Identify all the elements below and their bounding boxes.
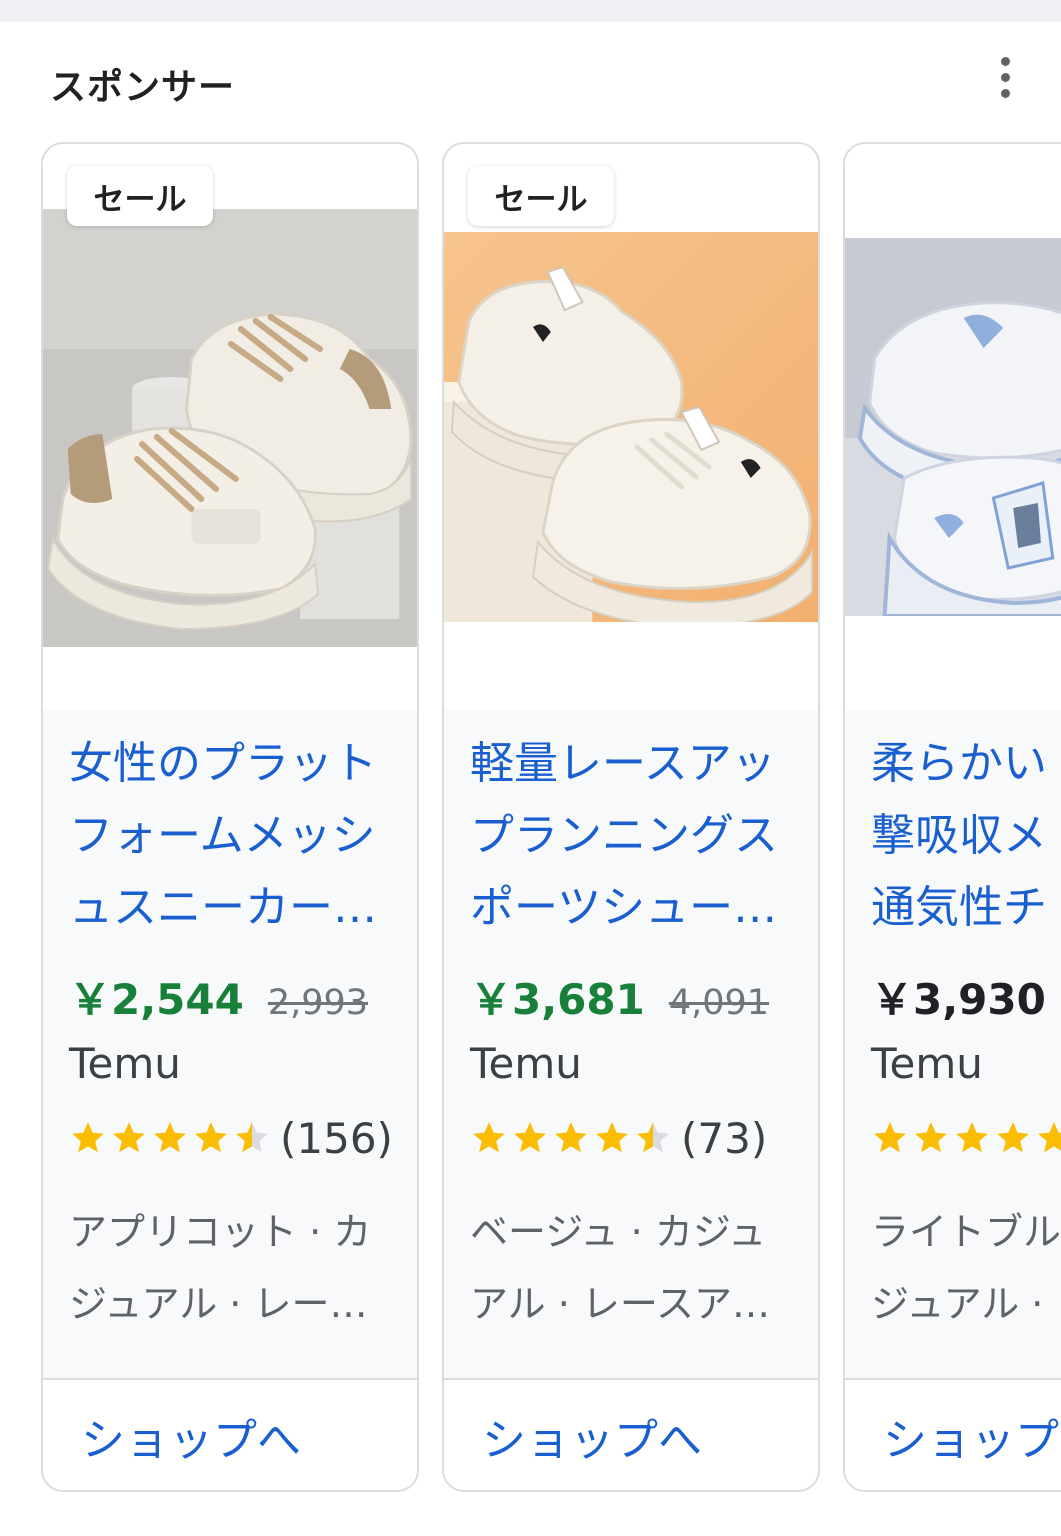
- price-row: ￥3,681 4,091: [470, 966, 770, 1024]
- product-attributes: ベージュ · カジュ アル · レースア…: [470, 1210, 770, 1326]
- star-full-icon: [72, 1122, 104, 1153]
- merchant-name: Temu: [871, 1039, 983, 1088]
- star-full-icon: [997, 1122, 1029, 1153]
- shop-button[interactable]: ショップへ: [81, 1404, 301, 1468]
- star-full-icon: [915, 1122, 947, 1153]
- merchant-name: Temu: [69, 1039, 181, 1088]
- star-rating: [470, 1119, 675, 1157]
- product-attributes: アプリコット · カ ジュアル · レー…: [69, 1210, 372, 1326]
- star-rating: [69, 1119, 274, 1157]
- star-full-icon: [1038, 1122, 1061, 1153]
- merchant-name: Temu: [470, 1039, 582, 1088]
- price-row: ￥2,544 2,993: [69, 966, 369, 1024]
- sneaker-image: [43, 209, 417, 647]
- price-row: ￥3,930: [871, 966, 1046, 1024]
- sneaker-image: [444, 232, 818, 622]
- star-full-icon: [514, 1122, 546, 1153]
- shop-button-area[interactable]: ショップへ: [43, 1378, 417, 1490]
- product-title[interactable]: 女性のプラット フォームメッシ ュスニーカー…: [69, 728, 414, 944]
- star-full-icon: [596, 1122, 628, 1153]
- product-image[interactable]: [43, 209, 417, 647]
- sale-price: ￥2,544: [69, 975, 244, 1024]
- product-card[interactable]: セール: [442, 142, 820, 1492]
- product-image-area[interactable]: [845, 144, 1061, 710]
- product-title[interactable]: 柔らかい 撃吸収メ 通気性チ: [871, 728, 1061, 944]
- rating-row: (73): [470, 1110, 767, 1166]
- shop-button-area[interactable]: ショップへ: [444, 1378, 818, 1490]
- rating-row: (156): [69, 1110, 393, 1166]
- product-carousel[interactable]: セール 女性のプラット フォームメッシ ュスニーカー… ￥2,544 2,993…: [0, 142, 1061, 1496]
- original-price: 2,993: [267, 983, 369, 1023]
- shop-button[interactable]: ショップ: [883, 1404, 1059, 1468]
- star-full-icon: [113, 1122, 145, 1153]
- star-full-icon: [195, 1122, 227, 1153]
- review-count: (73): [681, 1113, 768, 1163]
- rating-row: [871, 1110, 1061, 1166]
- star-full-icon: [154, 1122, 186, 1153]
- star-full-icon: [956, 1122, 988, 1153]
- shop-button-area[interactable]: ショップ: [845, 1378, 1061, 1490]
- product-card[interactable]: 柔らかい 撃吸収メ 通気性チ ￥3,930 Temu ライトブル ジュアル · …: [843, 142, 1061, 1492]
- product-image[interactable]: [845, 238, 1061, 616]
- star-rating: [871, 1119, 1061, 1157]
- product-attributes: ライトブル ジュアル ·: [871, 1210, 1061, 1326]
- sale-price: ￥3,681: [470, 975, 645, 1024]
- star-half-icon: [637, 1122, 669, 1153]
- sponsored-title: スポンサー: [50, 67, 236, 108]
- sneaker-image: [845, 238, 1061, 616]
- sale-badge: セール: [468, 166, 614, 226]
- more-dot: [1000, 88, 1010, 98]
- product-image[interactable]: [444, 232, 818, 622]
- top-strip: [0, 0, 1061, 22]
- sponsored-header: スポンサー: [0, 22, 1061, 134]
- star-full-icon: [555, 1122, 587, 1153]
- price: ￥3,930: [871, 975, 1046, 1024]
- sale-badge: セール: [67, 166, 213, 226]
- star-full-icon: [874, 1122, 906, 1153]
- review-count: (156): [280, 1113, 393, 1163]
- product-image-area[interactable]: セール: [43, 144, 417, 710]
- original-price: 4,091: [668, 983, 770, 1023]
- shop-button[interactable]: ショップへ: [482, 1404, 702, 1468]
- more-dot: [1000, 72, 1010, 82]
- more-dot: [1000, 56, 1010, 66]
- product-card[interactable]: セール: [41, 142, 419, 1492]
- more-vert-icon[interactable]: [980, 52, 1030, 102]
- star-full-icon: [473, 1122, 505, 1153]
- product-title[interactable]: 軽量レースアッ プランニングス ポーツシュー…: [470, 728, 815, 944]
- product-image-area[interactable]: セール: [444, 144, 818, 710]
- star-half-icon: [236, 1122, 268, 1153]
